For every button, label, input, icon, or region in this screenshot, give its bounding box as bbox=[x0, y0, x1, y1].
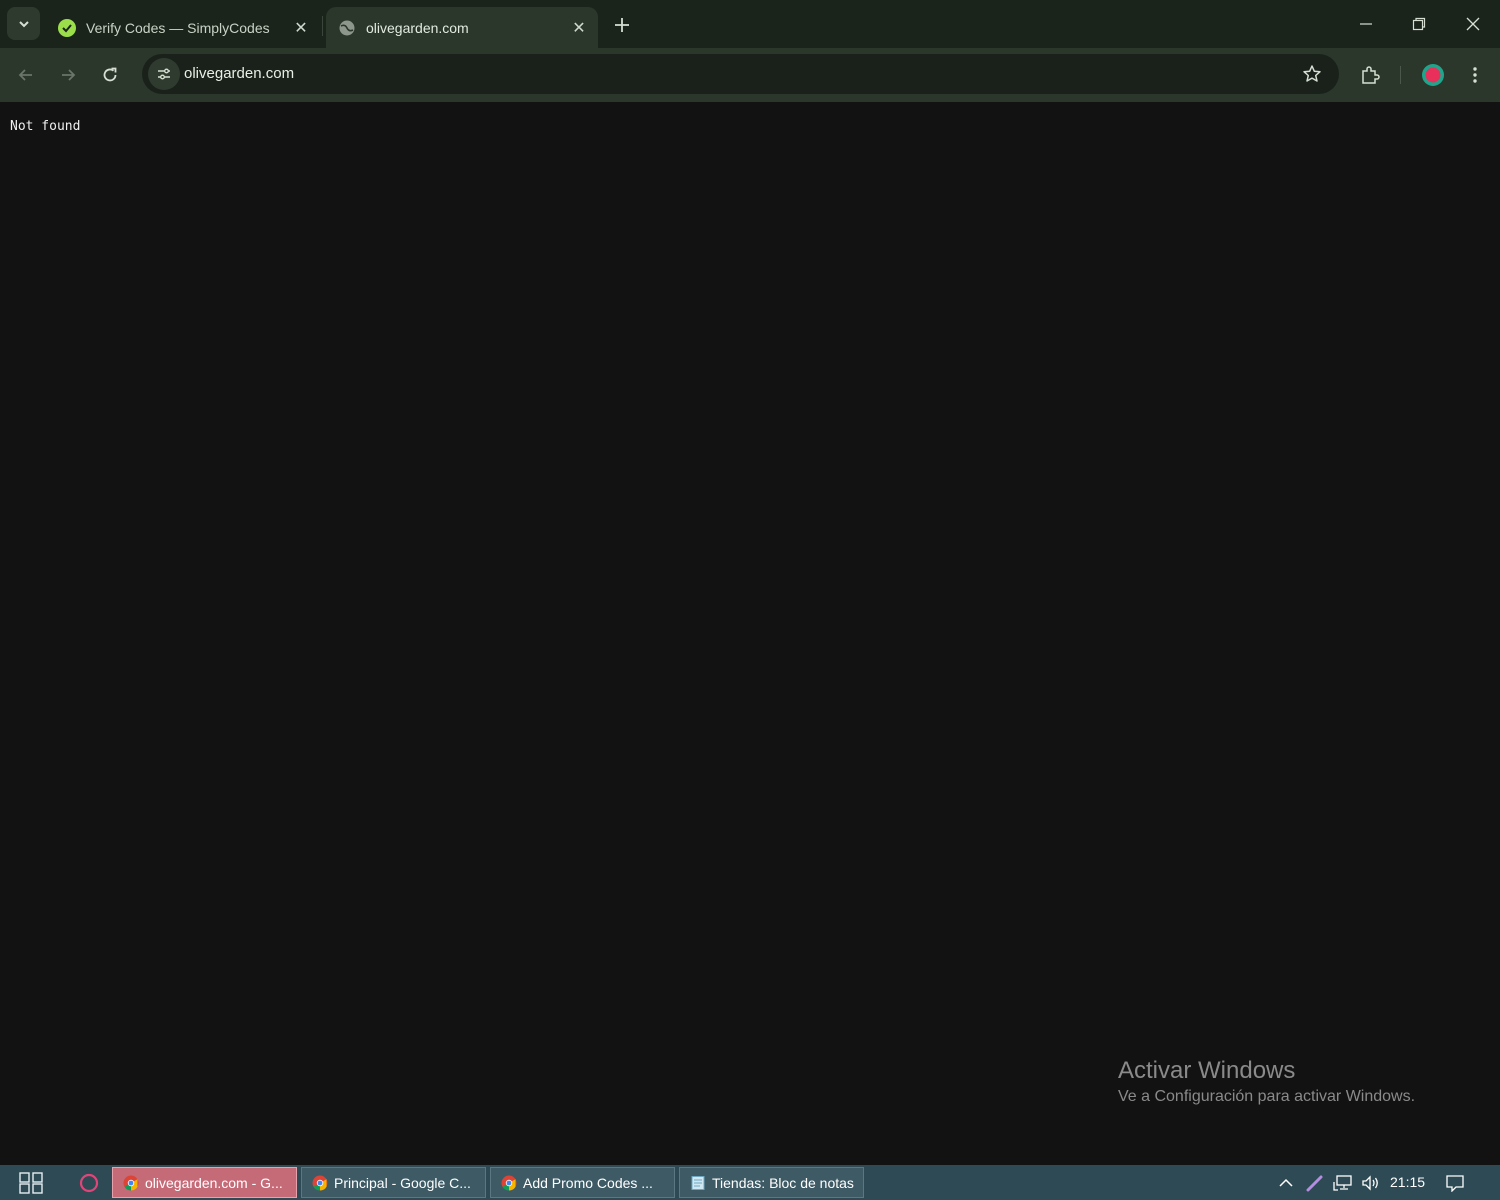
show-hidden-icons-button[interactable] bbox=[1274, 1165, 1298, 1200]
minimize-icon bbox=[1360, 23, 1372, 25]
notepad-icon bbox=[691, 1175, 705, 1190]
page-content: Not found Activar Windows Ve a Configura… bbox=[0, 102, 1500, 1165]
reload-icon bbox=[103, 67, 117, 82]
star-icon bbox=[1303, 65, 1321, 82]
avatar-icon bbox=[1422, 64, 1444, 86]
tab-olivegarden[interactable]: olivegarden.com ✕ bbox=[326, 7, 598, 48]
tab-title: Verify Codes — SimplyCodes bbox=[86, 19, 270, 36]
close-icon[interactable]: ✕ bbox=[290, 17, 312, 39]
close-icon bbox=[1466, 17, 1480, 31]
back-button[interactable] bbox=[11, 60, 41, 90]
pen-icon bbox=[1306, 1175, 1323, 1191]
activation-watermark-subtitle: Ve a Configuración para activar Windows. bbox=[1118, 1088, 1416, 1105]
arrow-left-icon bbox=[18, 69, 32, 81]
taskbar-item[interactable]: Tiendas: Bloc de notas bbox=[679, 1167, 864, 1198]
task-view-button[interactable] bbox=[14, 1169, 48, 1197]
forward-button[interactable] bbox=[53, 60, 83, 90]
cortana-icon bbox=[79, 1173, 99, 1193]
more-vertical-icon bbox=[1473, 67, 1477, 83]
profile-avatar-button[interactable] bbox=[1418, 60, 1448, 90]
taskbar-item-label: Tiendas: Bloc de notas bbox=[712, 1174, 854, 1191]
chrome-icon bbox=[501, 1175, 517, 1190]
chevron-up-icon bbox=[1279, 1178, 1293, 1187]
tab-verify-codes[interactable]: Verify Codes — SimplyCodes ✕ bbox=[46, 7, 320, 48]
taskbar-item-label: Principal - Google C... bbox=[334, 1174, 471, 1191]
not-found-message: Not found bbox=[10, 119, 81, 134]
restore-icon bbox=[1412, 17, 1426, 31]
puzzle-icon bbox=[1362, 66, 1380, 84]
taskbar-item[interactable]: Principal - Google C... bbox=[301, 1167, 486, 1198]
menu-button[interactable] bbox=[1460, 60, 1490, 90]
taskbar-item-label: Add Promo Codes ... bbox=[523, 1174, 653, 1191]
taskbar-clock[interactable]: 21:15 bbox=[1390, 1174, 1425, 1190]
close-icon[interactable]: ✕ bbox=[568, 17, 590, 39]
restore-button[interactable] bbox=[1392, 0, 1446, 48]
toolbar-divider bbox=[1400, 66, 1401, 84]
minimize-button[interactable] bbox=[1339, 0, 1393, 48]
address-bar[interactable]: olivegarden.com bbox=[142, 54, 1339, 94]
taskbar-item[interactable]: olivegarden.com - G... bbox=[112, 1167, 297, 1198]
url-text[interactable]: olivegarden.com bbox=[184, 65, 294, 82]
taskbar-item[interactable]: Add Promo Codes ... bbox=[490, 1167, 675, 1198]
cortana-button[interactable] bbox=[74, 1169, 104, 1197]
tab-title: olivegarden.com bbox=[366, 19, 469, 36]
new-tab-button[interactable] bbox=[608, 11, 636, 39]
bookmark-star-button[interactable] bbox=[1301, 63, 1323, 85]
globe-icon bbox=[338, 19, 356, 37]
tab-divider bbox=[322, 16, 323, 36]
arrow-right-icon bbox=[62, 69, 76, 81]
reload-button[interactable] bbox=[95, 60, 125, 90]
activation-watermark-title: Activar Windows bbox=[1118, 1057, 1296, 1084]
network-icon bbox=[1333, 1174, 1352, 1191]
tab-strip: Verify Codes — SimplyCodes ✕ olivegarden… bbox=[0, 0, 1500, 48]
tab-search-button[interactable] bbox=[7, 7, 40, 40]
browser-toolbar: olivegarden.com bbox=[0, 48, 1500, 102]
task-view-icon bbox=[19, 1172, 43, 1194]
chrome-icon bbox=[312, 1175, 328, 1190]
browser-window: Verify Codes — SimplyCodes ✕ olivegarden… bbox=[0, 0, 1500, 102]
plus-icon bbox=[615, 18, 629, 32]
volume-icon bbox=[1362, 1174, 1378, 1191]
extensions-button[interactable] bbox=[1355, 60, 1385, 90]
windows-taskbar: olivegarden.com - G... Principal - Googl… bbox=[0, 1165, 1500, 1200]
site-info-button[interactable] bbox=[148, 58, 180, 90]
pen-tray-button[interactable] bbox=[1303, 1165, 1327, 1200]
volume-tray-button[interactable] bbox=[1358, 1165, 1384, 1200]
taskbar-item-label: olivegarden.com - G... bbox=[145, 1174, 283, 1191]
notification-icon bbox=[1446, 1174, 1464, 1192]
tune-icon bbox=[158, 68, 170, 80]
network-tray-button[interactable] bbox=[1330, 1165, 1356, 1200]
chrome-icon bbox=[123, 1175, 139, 1190]
chevron-down-icon bbox=[18, 20, 29, 27]
action-center-button[interactable] bbox=[1442, 1165, 1468, 1200]
close-window-button[interactable] bbox=[1446, 0, 1500, 48]
simplycodes-logo-icon bbox=[58, 18, 76, 37]
